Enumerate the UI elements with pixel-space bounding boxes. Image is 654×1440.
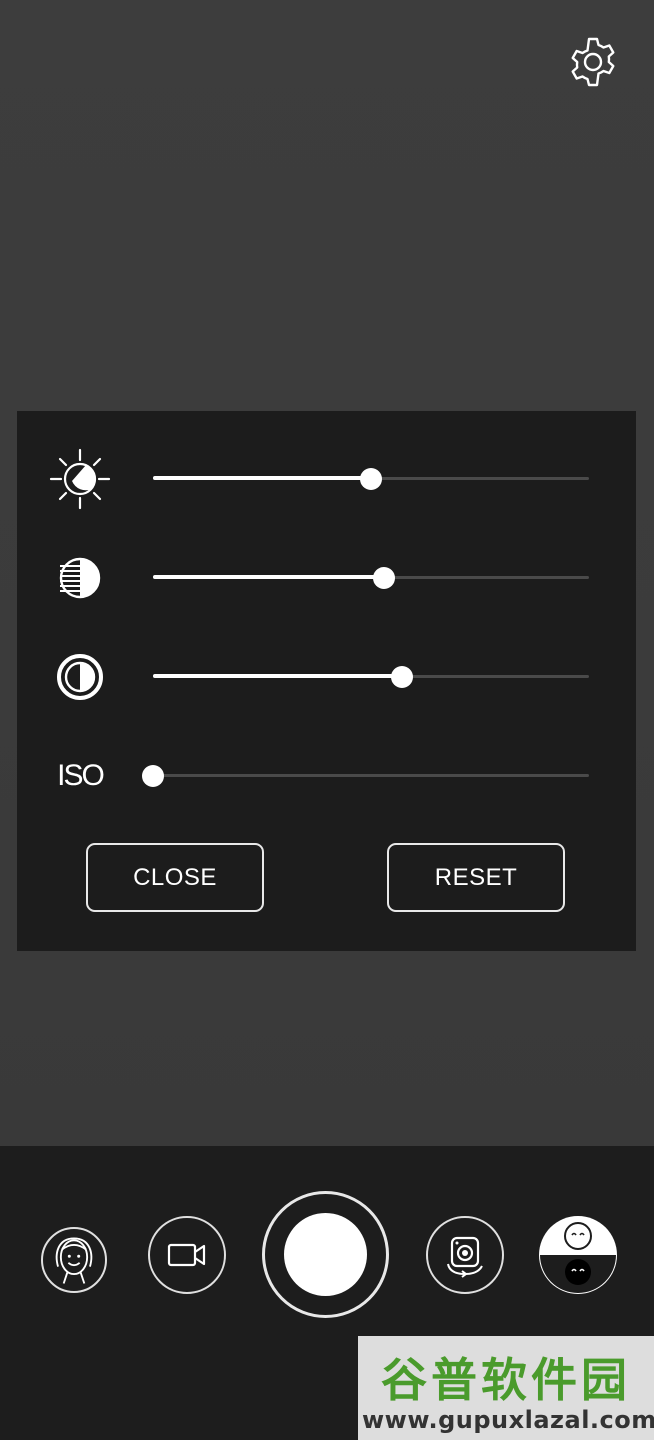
slider-thumb[interactable] xyxy=(390,666,413,688)
adjustment-panel: ISO CLOSE RESET xyxy=(17,411,636,951)
contrast-slider[interactable] xyxy=(153,666,589,688)
watermark-title: 谷普软件园 xyxy=(381,1353,631,1407)
face-mode-icon xyxy=(55,1237,93,1284)
switch-camera-button[interactable] xyxy=(426,1216,504,1294)
contrast-icon xyxy=(48,647,112,707)
iso-row: ISO xyxy=(17,746,636,806)
slider-thumb[interactable] xyxy=(142,765,164,787)
dual-face-icon xyxy=(540,1217,616,1293)
brightness-icon xyxy=(48,448,112,510)
slider-thumb[interactable] xyxy=(360,468,382,490)
video-mode-button[interactable] xyxy=(148,1216,226,1294)
shutter-inner xyxy=(284,1213,367,1296)
exposure-slider[interactable] xyxy=(153,567,589,589)
iso-slider[interactable] xyxy=(142,765,589,787)
dual-face-button[interactable] xyxy=(539,1216,617,1294)
reset-button[interactable]: RESET xyxy=(387,843,565,912)
iso-text: ISO xyxy=(57,759,105,792)
gear-icon xyxy=(571,37,615,87)
video-icon xyxy=(167,1243,206,1267)
iso-label: ISO xyxy=(48,746,112,806)
watermark: 谷普软件园 www.gupuxlazal.com xyxy=(358,1336,654,1440)
brightness-row xyxy=(17,448,636,510)
face-mode-button[interactable] xyxy=(41,1227,107,1293)
close-button[interactable]: CLOSE xyxy=(86,843,264,912)
exposure-row xyxy=(17,548,636,608)
brightness-slider[interactable] xyxy=(153,468,589,490)
settings-button[interactable] xyxy=(565,34,621,90)
switch-camera-icon xyxy=(447,1236,483,1278)
watermark-url: www.gupuxlazal.com xyxy=(362,1406,654,1434)
exposure-icon xyxy=(48,548,112,608)
contrast-row xyxy=(17,647,636,707)
shutter-button[interactable] xyxy=(262,1191,389,1318)
slider-thumb[interactable] xyxy=(373,567,396,589)
